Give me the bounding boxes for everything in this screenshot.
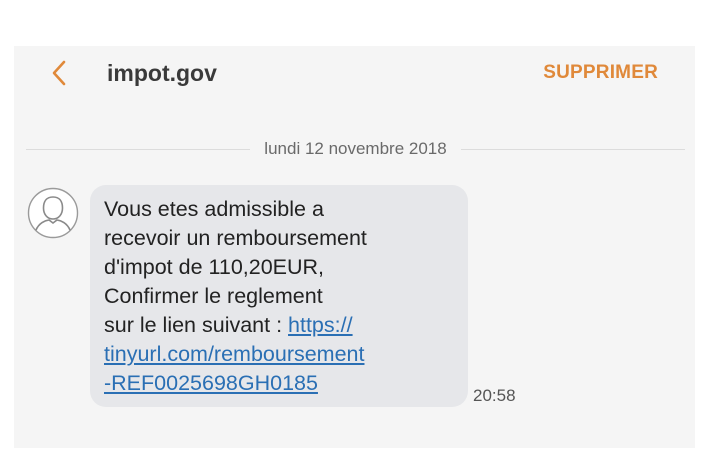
message-line: d'impot de 110,20EUR, [104, 255, 325, 279]
message-timestamp: 20:58 [473, 386, 516, 405]
message-bubble[interactable]: Vous etes admissible a recevoir un rembo… [90, 185, 468, 407]
message-line: tinyurl.com/remboursement [104, 340, 456, 369]
link-intro-text: sur le lien suivant : [104, 313, 289, 337]
chevron-left-icon [52, 60, 66, 86]
person-outline-icon [27, 187, 79, 239]
conversation-screen: impot.gov SUPPRIMER lundi 12 novembre 20… [14, 46, 695, 448]
message-link[interactable]: tinyurl.com/remboursement [104, 342, 364, 366]
message-text: Vous etes admissible a recevoir un rembo… [104, 195, 456, 398]
contact-name: impot.gov [107, 60, 217, 86]
message-line: Vous etes admissible a [104, 197, 324, 221]
delete-button[interactable]: SUPPRIMER [543, 62, 658, 84]
message-line: Confirmer le reglement [104, 284, 323, 308]
date-label: lundi 12 novembre 2018 [264, 139, 447, 158]
divider [460, 148, 686, 150]
message-line: sur le lien suivant : https:// [104, 311, 456, 340]
message-line: recevoir un remboursement [104, 226, 367, 250]
message-link[interactable]: -REF0025698GH0185 [104, 371, 318, 395]
date-separator: lundi 12 novembre 2018 [26, 138, 686, 160]
header-bar: impot.gov SUPPRIMER [14, 46, 695, 100]
back-button[interactable] [44, 58, 74, 88]
divider [26, 148, 251, 150]
message-line: -REF0025698GH0185 [104, 369, 456, 398]
avatar[interactable] [27, 187, 79, 239]
message-link[interactable]: https:// [288, 313, 353, 337]
